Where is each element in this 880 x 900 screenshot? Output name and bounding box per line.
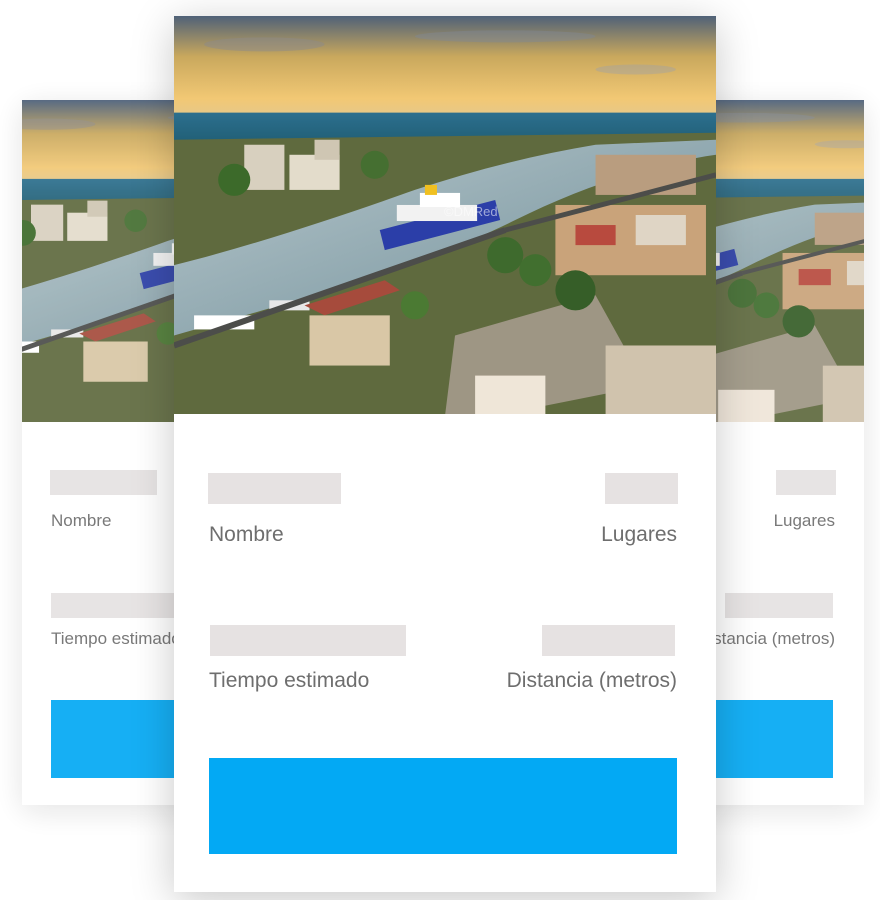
distancia-value-placeholder	[725, 593, 833, 618]
nombre-label: Nombre	[51, 511, 112, 530]
card-front: ©DMRed Nombre Lugares Tiempo estimado Di…	[174, 16, 716, 892]
tiempo-value-placeholder	[51, 593, 191, 618]
tiempo-label: Tiempo estimado	[209, 669, 370, 692]
lugares-value-placeholder	[605, 473, 678, 504]
distancia-label: Distancia (metros)	[697, 629, 835, 648]
tiempo-value-placeholder	[210, 625, 406, 656]
card-photo: ©DMRed	[174, 16, 716, 414]
distancia-value-placeholder	[542, 625, 675, 656]
lugares-label: Lugares	[773, 511, 835, 530]
nombre-label: Nombre	[209, 523, 284, 546]
nombre-value-placeholder	[208, 473, 341, 504]
nombre-value-placeholder	[50, 470, 157, 495]
lugares-value-placeholder	[776, 470, 836, 495]
lugares-label: Lugares	[601, 523, 677, 546]
distancia-label: Distancia (metros)	[506, 669, 677, 692]
tiempo-label: Tiempo estimado	[51, 629, 181, 648]
photo-watermark: ©DMRed	[444, 204, 498, 219]
action-button[interactable]	[209, 758, 677, 854]
